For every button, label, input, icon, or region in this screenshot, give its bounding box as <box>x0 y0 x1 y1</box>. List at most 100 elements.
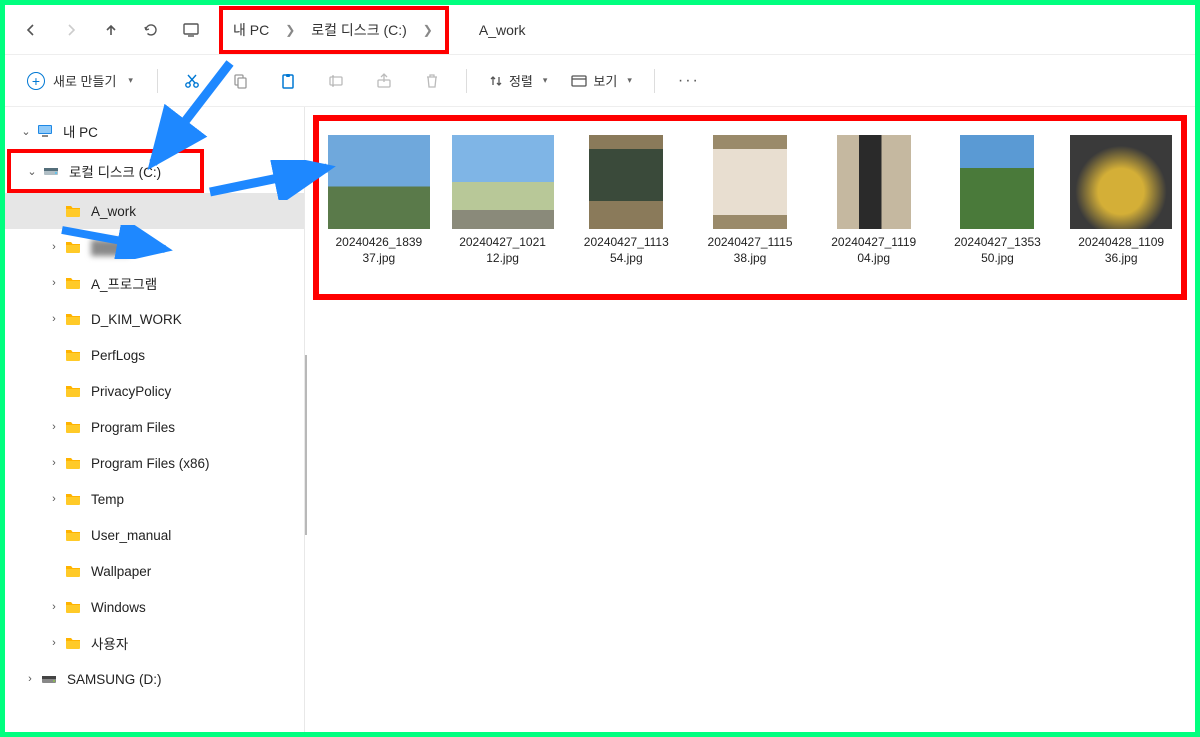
new-button[interactable]: + 새로 만들기 ▾ <box>15 65 145 96</box>
thumbnail <box>713 135 787 229</box>
tree-item-drive-c[interactable]: ⌄ 로컬 디스크 (C:) <box>11 153 200 189</box>
tree-label: A_work <box>91 204 136 219</box>
file-item[interactable]: 20240426_183937.jpg <box>327 135 431 266</box>
folder-icon <box>63 489 83 509</box>
tree-label: D_KIM_WORK <box>91 312 182 327</box>
folder-icon <box>63 525 83 545</box>
folder-icon <box>63 345 83 365</box>
chevron-right-icon[interactable]: › <box>45 637 63 649</box>
tree-label: 사용자 <box>91 633 128 653</box>
resize-handle[interactable] <box>305 355 307 535</box>
breadcrumb-root[interactable]: 내 PC <box>231 16 271 44</box>
new-button-label: 새로 만들기 <box>53 71 116 90</box>
breadcrumb-current[interactable]: A_work <box>479 22 526 38</box>
explorer-body: ⌄ 내 PC ⌄ 로컬 디스크 (C:) ·A_work › ████ › A_프로그램… <box>5 107 1195 732</box>
file-item[interactable]: 20240427_111538.jpg <box>698 135 802 266</box>
view-button[interactable]: 보기 ▾ <box>561 65 641 96</box>
thumbnail <box>452 135 554 229</box>
file-name: 20240428_110936.jpg <box>1078 235 1164 266</box>
chevron-right-icon[interactable]: › <box>45 493 63 505</box>
refresh-button[interactable] <box>131 10 171 50</box>
file-name: 20240426_183937.jpg <box>335 235 422 266</box>
file-name: 20240427_102112.jpg <box>459 235 546 266</box>
file-name: 20240427_111538.jpg <box>708 235 793 266</box>
folder-icon <box>63 417 83 437</box>
thumbnail <box>328 135 430 229</box>
tree-item-folder[interactable]: › Windows <box>5 589 304 625</box>
thumbnail <box>960 135 1034 229</box>
tree-item-folder[interactable]: ·Wallpaper <box>5 553 304 589</box>
more-button[interactable]: ··· <box>667 63 711 99</box>
file-list-pane[interactable]: 20240426_183937.jpg 20240427_102112.jpg 20… <box>305 107 1195 732</box>
tree-item-folder[interactable]: › Program Files (x86) <box>5 445 304 481</box>
folder-icon <box>63 597 83 617</box>
delete-button[interactable] <box>410 63 454 99</box>
tree-label: 로컬 디스크 (C:) <box>69 161 161 181</box>
tree-item-folder[interactable]: › Program Files <box>5 409 304 445</box>
file-item[interactable]: 20240427_135350.jpg <box>946 135 1050 266</box>
tree-item-folder[interactable]: ·PerfLogs <box>5 337 304 373</box>
tree-item-folder[interactable]: ·A_work <box>5 193 304 229</box>
tree-item-folder[interactable]: › A_프로그램 <box>5 265 304 301</box>
chevron-right-icon[interactable]: › <box>45 421 63 433</box>
chevron-down-icon[interactable]: ⌄ <box>17 125 35 138</box>
tree-item-folder[interactable]: ·PrivacyPolicy <box>5 373 304 409</box>
chevron-right-icon: ❯ <box>281 23 299 37</box>
tree-label: ████ <box>91 240 129 255</box>
chevron-right-icon[interactable]: › <box>45 313 63 325</box>
separator <box>157 69 158 93</box>
chevron-right-icon[interactable]: › <box>45 241 63 253</box>
tree-label: Windows <box>91 600 146 615</box>
monitor-icon[interactable] <box>171 10 211 50</box>
chevron-right-icon[interactable]: › <box>21 673 39 685</box>
address-bar: 내 PC ❯ 로컬 디스크 (C:) ❯ A_work <box>5 5 1195 55</box>
file-name: 20240427_111354.jpg <box>584 235 669 266</box>
tree-label: 내 PC <box>63 121 98 141</box>
chevron-right-icon[interactable]: › <box>45 601 63 613</box>
forward-button[interactable] <box>51 10 91 50</box>
tree-item-pc[interactable]: ⌄ 내 PC <box>5 113 304 149</box>
tree-item-folder[interactable]: ·User_manual <box>5 517 304 553</box>
chevron-right-icon[interactable]: › <box>45 277 63 289</box>
folder-icon <box>63 201 83 221</box>
toolbar: + 새로 만들기 ▾ 정렬 ▾ 보기 ▾ ··· <box>5 55 1195 107</box>
file-item[interactable]: 20240428_110936.jpg <box>1069 135 1173 266</box>
tree-item-folder[interactable]: › Temp <box>5 481 304 517</box>
copy-button[interactable] <box>218 63 262 99</box>
paste-button[interactable] <box>266 63 310 99</box>
chevron-down-icon[interactable]: ⌄ <box>23 165 41 178</box>
navigation-tree[interactable]: ⌄ 내 PC ⌄ 로컬 디스크 (C:) ·A_work › ████ › A_프로그램… <box>5 107 305 732</box>
separator <box>466 69 467 93</box>
back-button[interactable] <box>11 10 51 50</box>
tree-label: Program Files (x86) <box>91 456 210 471</box>
tree-label: Temp <box>91 492 124 507</box>
file-name: 20240427_111904.jpg <box>831 235 916 266</box>
tree-label: PrivacyPolicy <box>91 384 171 399</box>
sort-button[interactable]: 정렬 ▾ <box>479 65 557 96</box>
up-button[interactable] <box>91 10 131 50</box>
file-item[interactable]: 20240427_111354.jpg <box>574 135 678 266</box>
folder-icon <box>63 273 83 293</box>
file-item[interactable]: 20240427_111904.jpg <box>822 135 926 266</box>
separator <box>654 69 655 93</box>
tree-label: A_프로그램 <box>91 273 157 293</box>
file-item[interactable]: 20240427_102112.jpg <box>451 135 555 266</box>
rename-button[interactable] <box>314 63 358 99</box>
view-label: 보기 <box>593 71 617 90</box>
tree-drive-highlight: ⌄ 로컬 디스크 (C:) <box>7 149 204 193</box>
folder-icon <box>63 381 83 401</box>
tree-item-folder[interactable]: › 사용자 <box>5 625 304 661</box>
tree-item-folder[interactable]: › ████ <box>5 229 304 265</box>
share-button[interactable] <box>362 63 406 99</box>
tree-item-folder[interactable]: › D_KIM_WORK <box>5 301 304 337</box>
tree-item-drive-d[interactable]: › SAMSUNG (D:) <box>5 661 304 697</box>
chevron-right-icon[interactable]: › <box>45 457 63 469</box>
cut-button[interactable] <box>170 63 214 99</box>
sort-icon <box>489 74 503 88</box>
tree-label: Wallpaper <box>91 564 151 579</box>
chevron-down-icon: ▾ <box>627 75 632 86</box>
thumbnail <box>837 135 911 229</box>
drive-icon <box>41 161 61 181</box>
tree-label: Program Files <box>91 420 175 435</box>
breadcrumb-drive[interactable]: 로컬 디스크 (C:) <box>309 16 409 44</box>
